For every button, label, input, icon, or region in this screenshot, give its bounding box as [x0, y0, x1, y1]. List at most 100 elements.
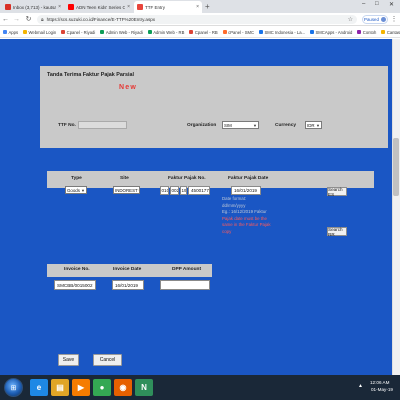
bookmark-label: SMC Indonesia - La...	[264, 29, 306, 35]
close-window-button[interactable]: ✕	[389, 1, 394, 8]
bookmark-label: SMCApps - Android	[315, 29, 353, 35]
page-title: Tanda Terima Faktur Pajak Parsial	[47, 72, 134, 78]
search-rr-button[interactable]: Search RR	[327, 227, 347, 237]
organization-label: Organization	[187, 123, 217, 128]
bookmark-item[interactable]: cPanel - SMC	[222, 29, 255, 35]
bookmark-item[interactable]: SMC Indonesia - La...	[259, 30, 305, 35]
date-help-line: copy	[222, 228, 232, 234]
profile-badge-label: Paused	[364, 17, 379, 22]
address-bar[interactable]: 🔒︎ https://scs.suzuki.co.id/Finance/E-TT…	[37, 15, 357, 24]
scrollbar-thumb[interactable]	[393, 138, 399, 196]
bookmark-item[interactable]: Cpanel - Riyadi	[61, 30, 95, 35]
faktur-no-part-2[interactable]: 002	[170, 186, 179, 195]
date-help-line: Date format:	[222, 196, 247, 201]
type-select-value: Goods	[67, 187, 80, 193]
tab-favicon-icon	[68, 4, 74, 10]
date-help-line: dd/mm/yyyy	[222, 202, 246, 208]
forward-icon[interactable]: →	[12, 15, 21, 24]
chevron-down-icon: ▼	[81, 187, 85, 193]
internet-explorer-taskbar-icon[interactable]: e	[30, 379, 48, 396]
avatar	[380, 17, 386, 22]
bookmark-label: Apps	[8, 29, 19, 35]
header-panel	[40, 66, 388, 148]
save-button[interactable]: Save	[58, 354, 79, 366]
tab-label: Inbox (3,713) - kautsardiawan@gm	[13, 4, 57, 10]
site-select[interactable]: INDOREST ▼	[113, 186, 140, 194]
currency-select[interactable]: IDR ▼	[305, 121, 322, 129]
browser-menu-icon[interactable]: ⋮	[390, 15, 398, 24]
faktur-no-part-3[interactable]: 19	[180, 186, 187, 195]
browser-tab-ttf-entry[interactable]: TTF Entry ×	[134, 1, 202, 13]
bookmark-favicon-icon	[189, 30, 194, 34]
tab-favicon-icon	[5, 4, 11, 10]
bookmark-label: Admin Web - RB	[153, 29, 185, 35]
reload-icon[interactable]: ↻	[24, 15, 33, 24]
maximize-button[interactable]: □	[375, 1, 379, 7]
faktur-date-field[interactable]: 16/01/2019	[231, 186, 261, 195]
invoice-no-field[interactable]: SMCBB/0015002	[54, 280, 96, 290]
search-es-button[interactable]: Search ES	[327, 187, 347, 197]
invoice-date-field[interactable]: 16/01/2019	[112, 280, 144, 290]
invoice-no-header: Invoice No.	[64, 267, 90, 272]
bookmarks-bar: Apps Webmail Login Cpanel - Riyadi Admin We…	[0, 27, 400, 38]
bookmark-label: Cpanel - RB	[194, 29, 218, 35]
faktur-header-panel	[47, 171, 374, 188]
profile-paused-badge[interactable]: Paused	[362, 15, 388, 24]
browser-tab-gmail[interactable]: Inbox (3,713) - kautsardiawan@gm×	[2, 1, 64, 13]
vertical-scrollbar[interactable]	[392, 39, 400, 375]
site-header: Site	[120, 176, 129, 181]
bookmark-item[interactable]: Cantasia 8 Fullrea	[381, 30, 400, 35]
new-tab-button[interactable]: +	[205, 2, 210, 11]
tray-arrow-icon[interactable]: ▲	[358, 383, 363, 389]
cancel-button[interactable]: Cancel	[93, 354, 122, 366]
clock-time[interactable]: 12:06 AM	[370, 380, 389, 385]
bookmark-item[interactable]: Webmail Login	[23, 30, 56, 35]
organization-select[interactable]: SIM ▼	[222, 121, 259, 129]
bookmark-label: cPanel - SMC	[228, 29, 255, 35]
bookmark-favicon-icon	[100, 30, 105, 34]
close-tab-icon[interactable]: ×	[58, 4, 61, 10]
chevron-down-icon: ▼	[253, 122, 257, 128]
bookmark-label: Admin Web - Riyadi	[105, 29, 143, 35]
date-format-help: Date format: dd/mm/yyyy Eg.: 16/12/2019 Fa…	[222, 196, 272, 236]
chevron-down-icon: ▼	[316, 122, 320, 128]
bookmark-favicon-icon	[357, 30, 362, 34]
file-explorer-taskbar-icon[interactable]: ▤	[51, 379, 69, 396]
tab-favicon-icon	[137, 4, 143, 10]
lock-icon: 🔒︎	[41, 16, 44, 23]
date-help-line: same in the Faktur Pajak	[222, 222, 271, 228]
chrome-taskbar-icon[interactable]: ●	[93, 379, 111, 396]
bookmark-item[interactable]: Admin Web - Riyadi	[100, 29, 143, 35]
bookmark-item[interactable]: Apps	[3, 30, 18, 35]
bookmark-favicon-icon	[61, 30, 66, 34]
minimize-button[interactable]: –	[362, 1, 365, 7]
apps-grid-icon	[3, 30, 7, 34]
start-menu-button[interactable]: ⊞	[4, 378, 23, 397]
back-icon[interactable]: ←	[1, 15, 10, 24]
ttf-no-label: TTF No.	[58, 123, 76, 128]
bookmark-item[interactable]: SMCApps - Android	[310, 30, 352, 35]
bookmark-favicon-icon	[310, 30, 315, 34]
firefox-taskbar-icon[interactable]: ◉	[114, 379, 132, 396]
chevron-down-icon: ▼	[138, 188, 139, 193]
dpp-amount-field[interactable]	[160, 280, 210, 290]
clock-date[interactable]: 01-May-19	[371, 387, 393, 392]
bookmark-item[interactable]: Admin Web - RB	[147, 29, 185, 35]
faktur-no-part-4[interactable]: 45001779	[188, 186, 210, 195]
navicat-taskbar-icon[interactable]: N	[135, 379, 153, 396]
bookmark-star-icon[interactable]: ☆	[348, 16, 353, 23]
tab-label: ADN Teen Kids' Series Completi	[76, 4, 126, 10]
browser-tab-youtube[interactable]: ADN Teen Kids' Series Completi×	[65, 1, 133, 13]
address-text: https://scs.suzuki.co.id/Finance/E-TTF%2…	[46, 17, 156, 22]
close-tab-icon[interactable]: ×	[196, 4, 199, 10]
bookmark-item[interactable]: Cpanel - RB	[189, 29, 218, 35]
bookmark-label: Cpanel - Riyadi	[66, 29, 96, 35]
type-select[interactable]: Goods ▼	[65, 186, 87, 194]
close-tab-icon[interactable]: ×	[127, 4, 130, 10]
media-player-taskbar-icon[interactable]: ▶	[72, 379, 90, 396]
bookmark-item[interactable]: Contoh	[357, 30, 376, 35]
bookmark-favicon-icon	[381, 30, 386, 34]
dpp-amount-header: DPP Amount	[172, 267, 202, 272]
faktur-no-part-1[interactable]: 010	[160, 186, 169, 195]
bookmark-favicon-icon	[222, 30, 227, 34]
